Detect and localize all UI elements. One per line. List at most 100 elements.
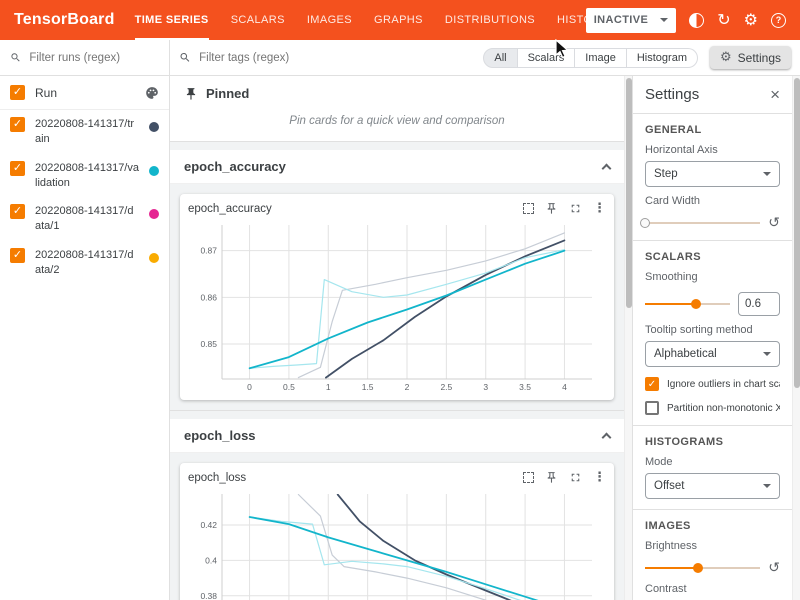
runs-sidebar: ✓ Run ✓ 20220808-141317/train ✓ 20220808…: [0, 40, 170, 600]
section-title: epoch_loss: [184, 428, 256, 443]
runs-table-header: ✓ Run: [0, 76, 169, 110]
run-name: 20220808-141317/data/2: [35, 248, 139, 278]
select-all-runs-checkbox[interactable]: ✓: [10, 85, 25, 100]
scrollbar-thumb[interactable]: [794, 78, 800, 388]
settings-panel-title: Settings: [645, 86, 699, 103]
more-options-icon[interactable]: ⋮: [593, 470, 606, 485]
run-row[interactable]: ✓ 20220808-141317/validation: [0, 154, 169, 198]
run-name: 20220808-141317/train: [35, 117, 139, 147]
palette-icon[interactable]: [145, 86, 159, 100]
runs-filter: [0, 40, 169, 76]
collapse-icon[interactable]: [602, 433, 612, 443]
run-checkbox[interactable]: ✓: [10, 248, 25, 263]
partition-x-axis-row[interactable]: Partition non-monotonic X axis i: [645, 401, 780, 415]
section-header[interactable]: epoch_accuracy: [170, 150, 624, 184]
run-column-label: Run: [35, 86, 135, 100]
epoch-loss-line-chart[interactable]: 00.511.522.533.540.360.380.40.42: [188, 488, 604, 600]
brightness-slider[interactable]: [645, 562, 760, 574]
images-heading: IMAGES: [645, 520, 780, 532]
run-row[interactable]: ✓ 20220808-141317/data/1: [0, 197, 169, 241]
settings-button-label: Settings: [738, 51, 781, 65]
reset-icon[interactable]: ↺: [768, 561, 780, 575]
smoothing-label: Smoothing: [645, 271, 780, 283]
tooltip-sorting-select[interactable]: Alphabetical: [645, 341, 780, 367]
svg-text:2.5: 2.5: [440, 382, 452, 392]
partition-x-axis-checkbox[interactable]: [645, 401, 659, 415]
divider: [633, 425, 792, 426]
slider-knob[interactable]: [691, 299, 701, 309]
tag-toolbar: All Scalars Image Histogram ⚙ Settings: [170, 40, 800, 76]
tag-filter-input[interactable]: [199, 52, 471, 64]
scrollbar-thumb[interactable]: [626, 78, 632, 308]
fit-to-data-icon[interactable]: [523, 472, 534, 483]
tag-type-filter-group: All Scalars Image Histogram: [483, 48, 698, 68]
slider-knob[interactable]: [640, 218, 650, 228]
divider: [633, 509, 792, 510]
fullscreen-icon[interactable]: [569, 202, 582, 215]
epoch-accuracy-line-chart[interactable]: 00.511.522.533.540.850.860.87: [188, 219, 604, 397]
run-row[interactable]: ✓ 20220808-141317/train: [0, 110, 169, 154]
svg-text:0.85: 0.85: [200, 339, 217, 349]
collapse-icon[interactable]: [602, 164, 612, 174]
reload-status-dropdown[interactable]: INACTIVE: [586, 8, 677, 33]
tag-section-epoch-accuracy: epoch_accuracy epoch_accuracy: [170, 150, 624, 411]
tab-images[interactable]: IMAGES: [307, 0, 352, 40]
refresh-icon[interactable]: ↻: [717, 12, 730, 28]
topbar-actions: INACTIVE ↻ ⚙ ?: [586, 8, 786, 33]
pin-icon[interactable]: [545, 471, 558, 484]
chevron-down-icon: [763, 484, 771, 488]
ignore-outliers-row[interactable]: ✓ Ignore outliers in chart scaling: [645, 377, 780, 391]
chevron-down-icon: [660, 18, 668, 22]
tab-time-series[interactable]: TIME SERIES: [135, 0, 209, 40]
run-name: 20220808-141317/data/1: [35, 204, 139, 234]
histogram-mode-select[interactable]: Offset: [645, 473, 780, 499]
close-icon[interactable]: ×: [770, 86, 780, 103]
main-nav: TIME SERIES SCALARS IMAGES GRAPHS DISTRI…: [135, 0, 586, 40]
tag-filter: [179, 51, 471, 64]
card-width-slider[interactable]: [645, 217, 760, 229]
more-options-icon[interactable]: ⋮: [593, 201, 606, 216]
general-heading: GENERAL: [645, 124, 780, 136]
reset-icon[interactable]: ↺: [768, 216, 780, 230]
card-header: epoch_accuracy ⋮: [188, 201, 606, 216]
tooltip-sorting-value: Alphabetical: [654, 348, 717, 360]
slider-knob[interactable]: [693, 563, 703, 573]
horizontal-axis-select[interactable]: Step: [645, 161, 780, 187]
smoothing-value-input[interactable]: 0.6: [738, 292, 780, 316]
run-checkbox[interactable]: ✓: [10, 161, 25, 176]
run-checkbox[interactable]: ✓: [10, 117, 25, 132]
chip-image[interactable]: Image: [575, 48, 627, 68]
chip-histogram[interactable]: Histogram: [627, 48, 698, 68]
pinned-hint: Pin cards for a quick view and compariso…: [184, 115, 610, 127]
ignore-outliers-checkbox[interactable]: ✓: [645, 377, 659, 391]
settings-button[interactable]: ⚙ Settings: [710, 46, 791, 69]
search-icon: [10, 51, 21, 64]
cards-scroll-area: Pinned Pin cards for a quick view and co…: [170, 76, 624, 600]
pin-icon: [184, 87, 198, 101]
settings-scrollbar[interactable]: [792, 76, 800, 600]
section-header[interactable]: epoch_loss: [170, 419, 624, 453]
chip-scalars[interactable]: Scalars: [518, 48, 576, 68]
content-area: ✓ Run ✓ 20220808-141317/train ✓ 20220808…: [0, 40, 800, 600]
help-icon[interactable]: ?: [771, 13, 786, 28]
tab-graphs[interactable]: GRAPHS: [374, 0, 423, 40]
gear-icon[interactable]: ⚙: [744, 12, 758, 28]
fullscreen-icon[interactable]: [569, 471, 582, 484]
runs-filter-input[interactable]: [29, 52, 159, 64]
run-checkbox[interactable]: ✓: [10, 204, 25, 219]
svg-text:0.87: 0.87: [200, 246, 217, 256]
card-actions: ⋮: [523, 470, 606, 485]
smoothing-slider[interactable]: [645, 298, 730, 310]
fit-to-data-icon[interactable]: [523, 203, 534, 214]
scalar-card-epoch-accuracy: epoch_accuracy ⋮ 00.511.522.533.540.850.…: [180, 194, 614, 400]
histogram-mode-value: Offset: [654, 480, 684, 492]
tab-distributions[interactable]: DISTRIBUTIONS: [445, 0, 535, 40]
main-scrollbar[interactable]: [624, 76, 632, 600]
tab-scalars[interactable]: SCALARS: [231, 0, 285, 40]
reload-status-value: INACTIVE: [594, 14, 649, 26]
gear-icon: ⚙: [720, 50, 732, 65]
pin-icon[interactable]: [545, 202, 558, 215]
chip-all[interactable]: All: [483, 48, 517, 68]
run-row[interactable]: ✓ 20220808-141317/data/2: [0, 241, 169, 285]
theme-toggle-icon[interactable]: [689, 13, 704, 28]
